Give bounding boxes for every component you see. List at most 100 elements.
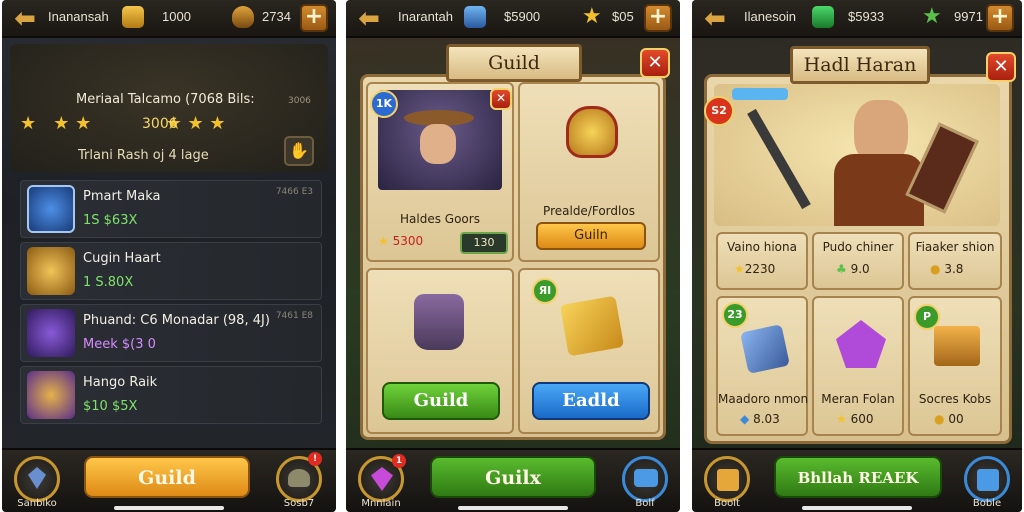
left-nav-label: Sanbiko [17,498,57,509]
stat-value: ★2230 [734,262,776,276]
add-currency-button[interactable]: + [644,4,672,32]
item-value: ◆ 8.03 [740,412,780,426]
top-bar: ⬅ Ilanesoin $5933 ★ 9971 + [692,0,1022,38]
stat-value: ♣ 9.0 [836,262,870,276]
row-sub: $10 $5X [83,399,138,414]
back-arrow-icon[interactable]: ⬅ [700,5,730,33]
chat-icon [634,469,658,487]
star-icon: ★ [734,262,745,276]
notification-badge: ! [308,452,322,466]
list-item[interactable]: Pmart Maka 1S $63X 7466 E3 [20,180,322,238]
right-nav-label: Sosb7 [283,498,315,509]
coin-icon [122,6,144,28]
item-card[interactable]: Meran Folan ★ 600 [812,296,904,436]
box-icon [717,469,739,491]
purple-mech-avatar [27,309,75,357]
top-bar: ⬅ Inanansah 1000 2734 + [2,0,336,38]
shield-nav-button[interactable] [14,456,60,502]
header-corner-value: 3006 [288,96,311,106]
home-indicator [458,506,568,510]
stat-card: Vaino hiona ★2230 [716,232,808,290]
scroll-card[interactable]: ЯI Eadld [518,268,660,434]
right-nav-label: Boble [972,498,1002,509]
guild-rating: 3006 [142,116,178,132]
gold-hero-avatar [27,247,75,295]
stat-label: Fiaaker shion [915,240,995,254]
guild-options-button[interactable]: ✋ [284,136,314,166]
face-icon [420,124,456,164]
gem-icon: ◆ [740,412,750,426]
stat-label: Vaino hiona [727,240,797,254]
gold-helmet-icon [566,106,618,158]
coin-icon: ● [934,412,945,426]
hero-level-badge: S2 [704,96,734,126]
blue-buy-button[interactable]: Eadld [532,382,650,420]
box-nav-button[interactable] [704,456,750,502]
item-card[interactable]: P Socres Kobs ● 00 [908,296,1002,436]
level-badge: 1K [370,90,398,118]
guild-button[interactable]: Guild [84,456,250,498]
helmet-avatar [27,371,75,419]
star-icon: ★ [922,4,942,29]
hero-name: Haldes Goors [400,212,480,226]
pink-crystal-icon [371,467,393,491]
notification-badge: 1 [392,454,406,468]
row-right: 7466 E3 [275,187,313,197]
left-nav-label: Mnnlain [361,498,401,509]
item-action-button[interactable]: Guiln [536,222,646,250]
item-card[interactable]: Prealde/Fordlos Guiln [518,82,660,262]
battle-button[interactable]: Bhllah REAEK [774,456,942,498]
row-name: Cugin Haart [83,251,161,266]
home-indicator [114,506,224,510]
remove-hero-button[interactable]: ✕ [490,88,512,110]
star-icon: ★ [582,4,602,29]
right-nav-label: Bolf [635,498,655,509]
blue-gem-icon [464,6,486,28]
item-badge: 23 [722,302,748,328]
mug-card[interactable]: Guild [366,268,514,434]
star-count: $05 [612,9,634,24]
list-item[interactable]: Phuand: C6 Monadar (98, 4J) Meek $(3 0 7… [20,304,322,362]
star-icon: ★ [836,412,847,426]
guild-subtitle: Trlani Rash oj 4 lage [78,148,209,163]
guild-title: Meriaal Talcamo (7068 Bils: [76,92,255,107]
item-title: Prealde/Fordlos [543,204,635,218]
list-item[interactable]: Hango Raik $10 $5X [20,366,322,424]
window-title: Hadl Haran [790,46,930,84]
stat-card: Fiaaker shion ● 3.8 [908,232,1002,290]
item-label: Meran Folan [821,392,895,406]
stat-card: Pudo chiner ♣ 9.0 [812,232,904,290]
player-name: Ilanesoin [744,9,797,24]
guild-main-button[interactable]: Guilx [430,456,596,498]
back-arrow-icon[interactable]: ⬅ [354,5,384,33]
add-currency-button[interactable]: + [986,4,1014,32]
blue-knight-avatar [27,185,75,233]
level-counter: 130 [460,232,508,254]
bottom-bar: Boolt Bhllah REAEK Boble [692,448,1022,512]
row-sub: 1 S.80X [83,275,134,290]
blue-cube-icon [977,469,999,491]
guild-shop-screen: ⬅ Inarantah $5900 ★ $05 + Guild ✕ 1K ✕ H… [346,0,680,512]
hero-portrait [714,84,1000,226]
hero-card[interactable]: 1K ✕ Haldes Goors ★ 5300 130 [366,82,514,262]
close-button[interactable]: ✕ [986,52,1016,82]
cube-nav-button[interactable] [964,456,1010,502]
row-sub: Meek $(3 0 [83,337,156,352]
hero-stat: ★ 5300 [378,234,424,248]
top-bar: ⬅ Inarantah $5900 ★ $05 + [346,0,680,38]
star-count: 9971 [954,9,983,24]
mug-icon [414,294,464,350]
crystal-icon [28,467,46,489]
list-item[interactable]: Cugin Haart 1 S.80X [20,242,322,300]
purple-crystal-icon [836,320,886,368]
gem-count: 2734 [262,9,291,24]
guild-buy-button[interactable]: Guild [382,382,500,420]
chat-nav-button[interactable] [622,456,668,502]
item-card[interactable]: 23 Maadoro nmon ◆ 8.03 [716,296,808,436]
spear-icon [747,108,811,210]
gold-chest-icon [934,326,980,366]
close-button[interactable]: ✕ [640,48,670,78]
row-sub: 1S $63X [83,213,138,228]
back-arrow-icon[interactable]: ⬅ [10,5,40,33]
add-currency-button[interactable]: + [300,4,328,32]
